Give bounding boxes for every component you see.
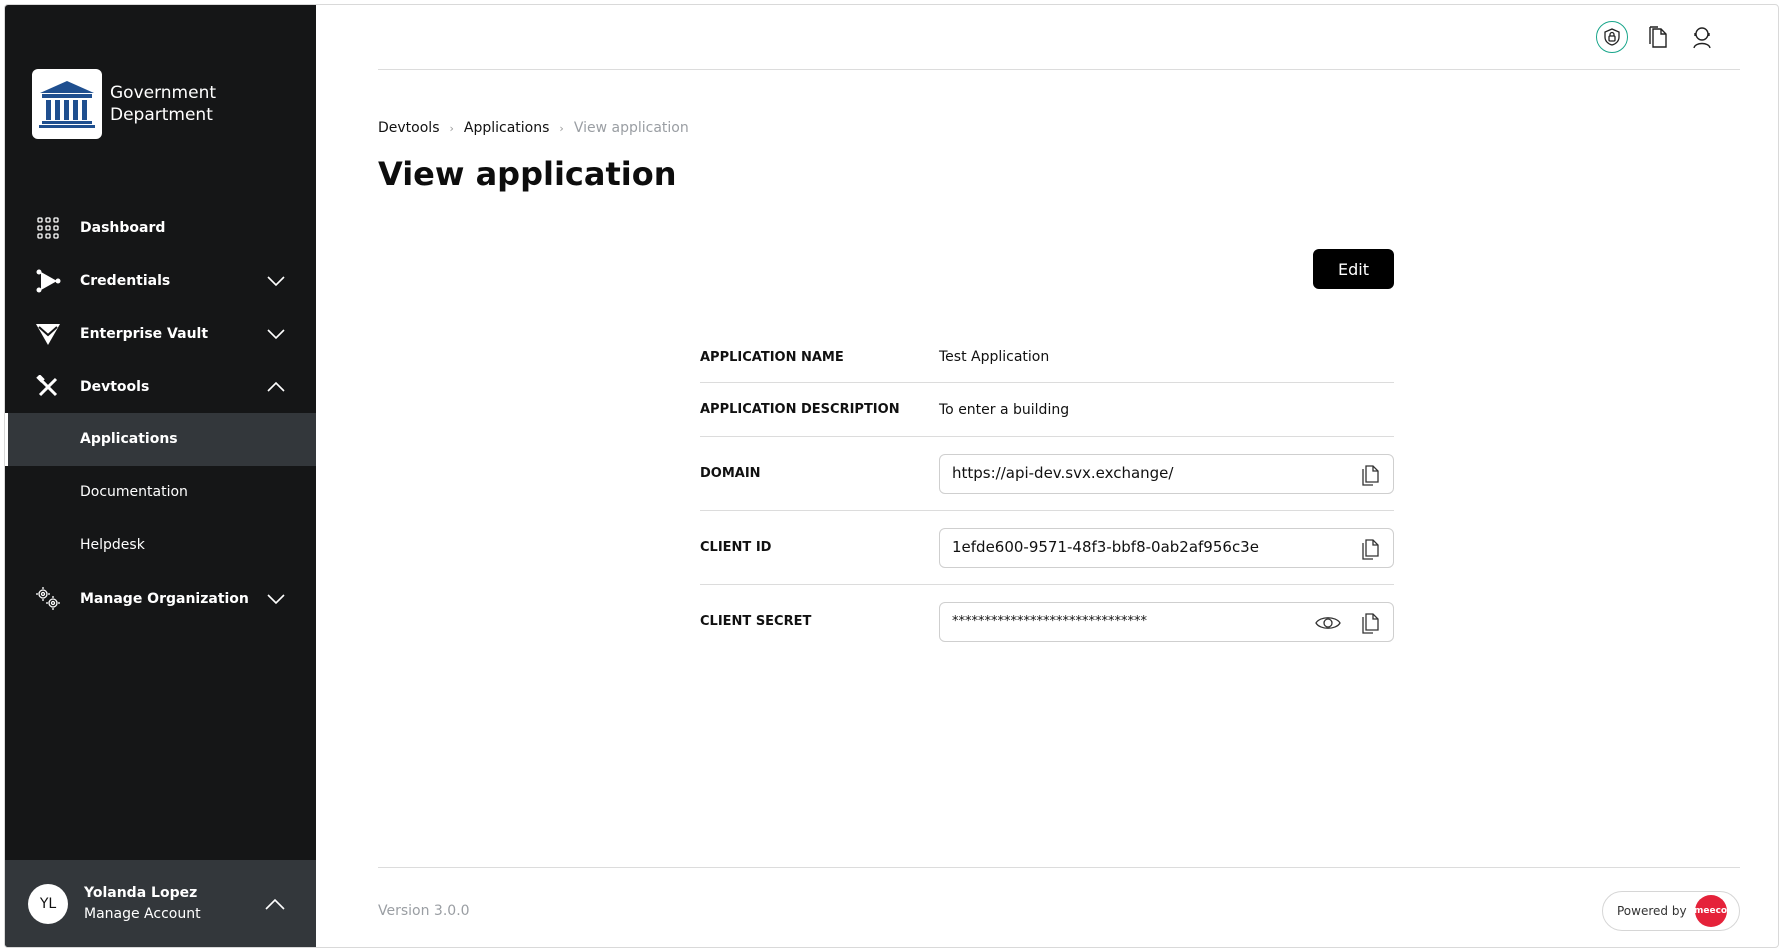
copy-icon[interactable]: [1357, 463, 1381, 487]
application-description-label: APPLICATION DESCRIPTION: [700, 402, 900, 417]
sidebar-item-dashboard[interactable]: Dashboard: [5, 201, 316, 254]
client-id-input[interactable]: [952, 538, 1302, 556]
chevron-down-icon[interactable]: [266, 589, 286, 609]
building-icon: [32, 69, 102, 139]
header-divider: [378, 69, 1740, 70]
chevron-right-icon: ›: [559, 121, 564, 135]
sidebar-item-applications[interactable]: Applications: [5, 413, 316, 466]
vault-icon: [35, 321, 61, 347]
gears-icon: [35, 586, 61, 612]
application-details: APPLICATION NAME Test Application APPLIC…: [700, 329, 1394, 659]
grid-icon: [35, 215, 61, 241]
domain-input[interactable]: [952, 464, 1302, 482]
sidebar-item-manage-organization[interactable]: Manage Organization: [5, 572, 316, 625]
eye-icon[interactable]: [1315, 611, 1341, 635]
main-content: Devtools › Applications › View applicati…: [316, 5, 1778, 947]
sidebar-item-credentials[interactable]: Credentials: [5, 254, 316, 307]
powered-by-label: Powered by: [1617, 904, 1687, 918]
application-name-label: APPLICATION NAME: [700, 350, 844, 365]
sidebar-nav: Dashboard Credentials Enterprise Vault D…: [5, 201, 316, 625]
chevron-down-icon[interactable]: [266, 271, 286, 291]
version-text: Version 3.0.0: [378, 903, 470, 919]
page-title: View application: [378, 155, 677, 193]
user-support-icon[interactable]: [1686, 21, 1718, 53]
client-secret-input[interactable]: [952, 614, 1302, 629]
manage-account-link[interactable]: Manage Account: [84, 906, 201, 922]
application-name-value: Test Application: [939, 349, 1050, 365]
org-name-line2: Department: [110, 105, 213, 125]
row-domain: DOMAIN: [700, 437, 1394, 511]
topbar-actions: [1596, 21, 1731, 53]
application-description-value: To enter a building: [939, 402, 1070, 418]
row-application-description: APPLICATION DESCRIPTION To enter a build…: [700, 383, 1394, 437]
credentials-icon: [35, 268, 61, 294]
copy-icon[interactable]: [1357, 611, 1381, 635]
sidebar: Government Department Dashboard Credenti…: [5, 5, 316, 947]
breadcrumb: Devtools › Applications › View applicati…: [378, 120, 689, 136]
row-client-secret: CLIENT SECRET: [700, 585, 1394, 659]
sidebar-item-label: Applications: [80, 431, 178, 447]
powered-by-badge[interactable]: Powered by meeco: [1602, 891, 1740, 931]
sidebar-item-label: Helpdesk: [80, 537, 145, 553]
sidebar-item-helpdesk[interactable]: Helpdesk: [5, 519, 316, 572]
breadcrumb-devtools[interactable]: Devtools: [378, 120, 439, 136]
domain-field: [939, 454, 1394, 494]
sidebar-item-label: Enterprise Vault: [80, 325, 209, 342]
sidebar-item-label: Manage Organization: [80, 590, 249, 607]
client-secret-field: [939, 602, 1394, 642]
sidebar-item-label: Dashboard: [80, 219, 166, 236]
row-application-name: APPLICATION NAME Test Application: [700, 329, 1394, 383]
security-lock-icon[interactable]: [1596, 21, 1628, 53]
breadcrumb-applications[interactable]: Applications: [464, 120, 550, 136]
meeco-logo-text: meeco: [1694, 906, 1728, 916]
chevron-right-icon: ›: [449, 121, 454, 135]
footer-divider: [378, 867, 1740, 868]
meeco-logo: meeco: [1694, 895, 1728, 927]
sidebar-item-label: Documentation: [80, 484, 188, 500]
client-id-field: [939, 528, 1394, 568]
sidebar-item-enterprise-vault[interactable]: Enterprise Vault: [5, 307, 316, 360]
account-name: Yolanda Lopez: [84, 885, 198, 901]
chevron-down-icon[interactable]: [266, 324, 286, 344]
org-logo[interactable]: Government Department: [32, 69, 216, 139]
breadcrumb-current: View application: [573, 120, 689, 136]
account-menu[interactable]: YL Yolanda Lopez Manage Account: [5, 860, 316, 947]
sidebar-item-label: Credentials: [80, 272, 171, 289]
chevron-up-icon[interactable]: [264, 894, 286, 916]
client-secret-label: CLIENT SECRET: [700, 614, 812, 629]
org-name: Government Department: [110, 82, 216, 126]
sidebar-item-documentation[interactable]: Documentation: [5, 466, 316, 519]
sidebar-item-devtools[interactable]: Devtools: [5, 360, 316, 413]
row-client-id: CLIENT ID: [700, 511, 1394, 585]
documents-icon[interactable]: [1641, 21, 1673, 53]
avatar: YL: [28, 884, 68, 924]
app-frame: Government Department Dashboard Credenti…: [4, 4, 1779, 948]
tools-icon: [35, 374, 61, 400]
copy-icon[interactable]: [1357, 537, 1381, 561]
edit-button[interactable]: Edit: [1313, 249, 1394, 289]
org-name-line1: Government: [110, 83, 217, 103]
client-id-label: CLIENT ID: [700, 540, 772, 555]
sidebar-item-label: Devtools: [80, 378, 150, 395]
chevron-up-icon[interactable]: [266, 377, 286, 397]
domain-label: DOMAIN: [700, 466, 761, 481]
